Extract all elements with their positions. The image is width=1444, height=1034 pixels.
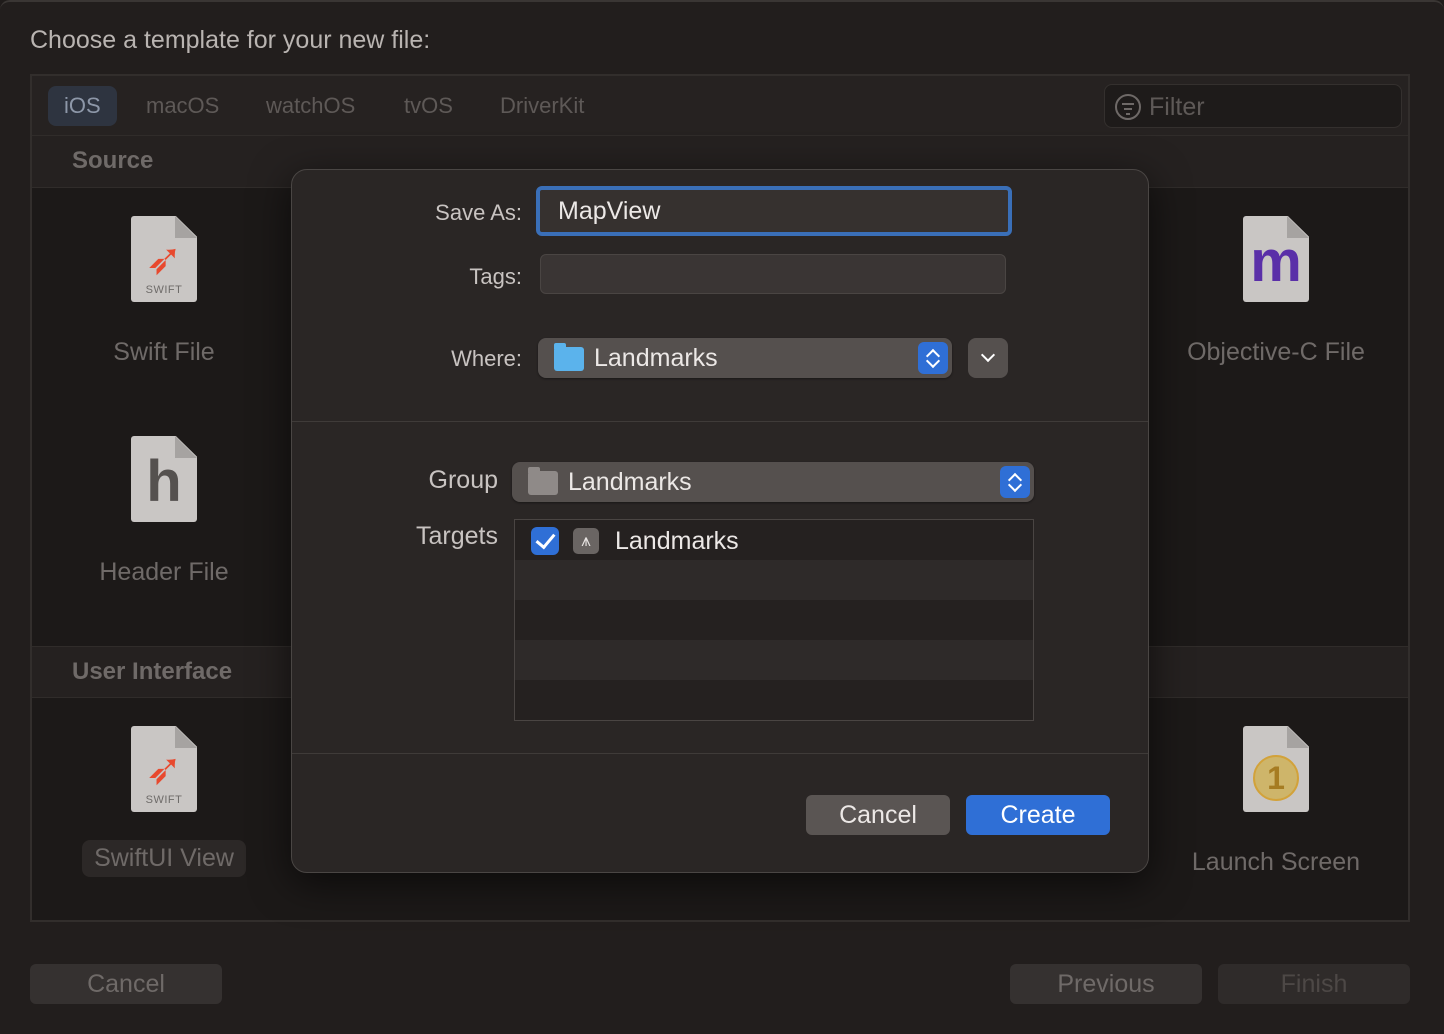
template-label: Objective-C File [1187,338,1365,366]
sheet-cancel-button[interactable]: Cancel [806,795,950,835]
app-target-icon: ⩚ [573,528,599,554]
template-label: Header File [99,558,229,586]
group-popup[interactable]: Landmarks [512,462,1034,502]
template-swiftui-view[interactable]: ➶ SWIFT SwiftUI View [74,726,254,877]
list-item [515,560,1033,600]
save-sheet: Save As: Tags: Where: Landmarks Group La… [291,169,1149,873]
launch-screen-icon: 1 [1243,726,1309,812]
divider [292,421,1148,422]
folder-icon [528,467,558,495]
group-value: Landmarks [568,468,692,496]
list-item [515,680,1033,720]
template-label: SwiftUI View [82,840,246,877]
folder-icon [554,343,584,371]
divider [292,753,1148,754]
targets-label: Targets [416,522,498,550]
template-label: Swift File [113,338,215,366]
target-label: Landmarks [615,527,739,555]
tab-watchos[interactable]: watchOS [250,86,371,126]
window-title: Choose a template for your new file: [30,26,431,54]
popup-stepper-icon [1000,466,1030,498]
popup-stepper-icon [918,342,948,374]
swift-file-icon: ➶ SWIFT [131,216,197,302]
swiftui-file-icon: ➶ SWIFT [131,726,197,812]
tags-field[interactable] [540,254,1006,294]
template-label: Launch Screen [1191,848,1361,876]
list-item[interactable]: ⩚ Landmarks [515,520,1033,560]
filter-input[interactable] [1149,85,1389,129]
where-value: Landmarks [594,344,718,372]
save-as-field[interactable] [536,186,1012,236]
template-header-file[interactable]: h Header File [74,436,254,587]
save-as-label: Save As: [435,200,522,225]
platform-tab-bar: iOS macOS watchOS tvOS DriverKit [32,76,1408,136]
cancel-button[interactable]: Cancel [30,964,222,1004]
template-objc-file[interactable]: m Objective-C File [1186,216,1366,367]
group-label: Group [428,466,498,494]
create-button[interactable]: Create [966,795,1110,835]
tab-driverkit[interactable]: DriverKit [484,86,600,126]
target-checkbox[interactable] [531,527,559,555]
filter-icon [1115,94,1141,120]
list-item [515,640,1033,680]
filter-field[interactable] [1104,84,1402,129]
finish-button[interactable]: Finish [1218,964,1410,1004]
template-swift-file[interactable]: ➶ SWIFT Swift File [74,216,254,367]
previous-button[interactable]: Previous [1010,964,1202,1004]
targets-list: ⩚ Landmarks [514,519,1034,721]
list-item [515,600,1033,640]
tab-tvos[interactable]: tvOS [388,86,469,126]
where-popup[interactable]: Landmarks [538,338,952,378]
where-label: Where: [451,346,522,371]
header-file-icon: h [131,436,197,522]
tags-label: Tags: [469,264,522,289]
expand-chevron-button[interactable] [968,338,1008,378]
template-launch-screen[interactable]: 1 Launch Screen [1186,726,1366,877]
tab-macos[interactable]: macOS [130,86,235,126]
objc-file-icon: m [1243,216,1309,302]
tab-ios[interactable]: iOS [48,86,117,126]
